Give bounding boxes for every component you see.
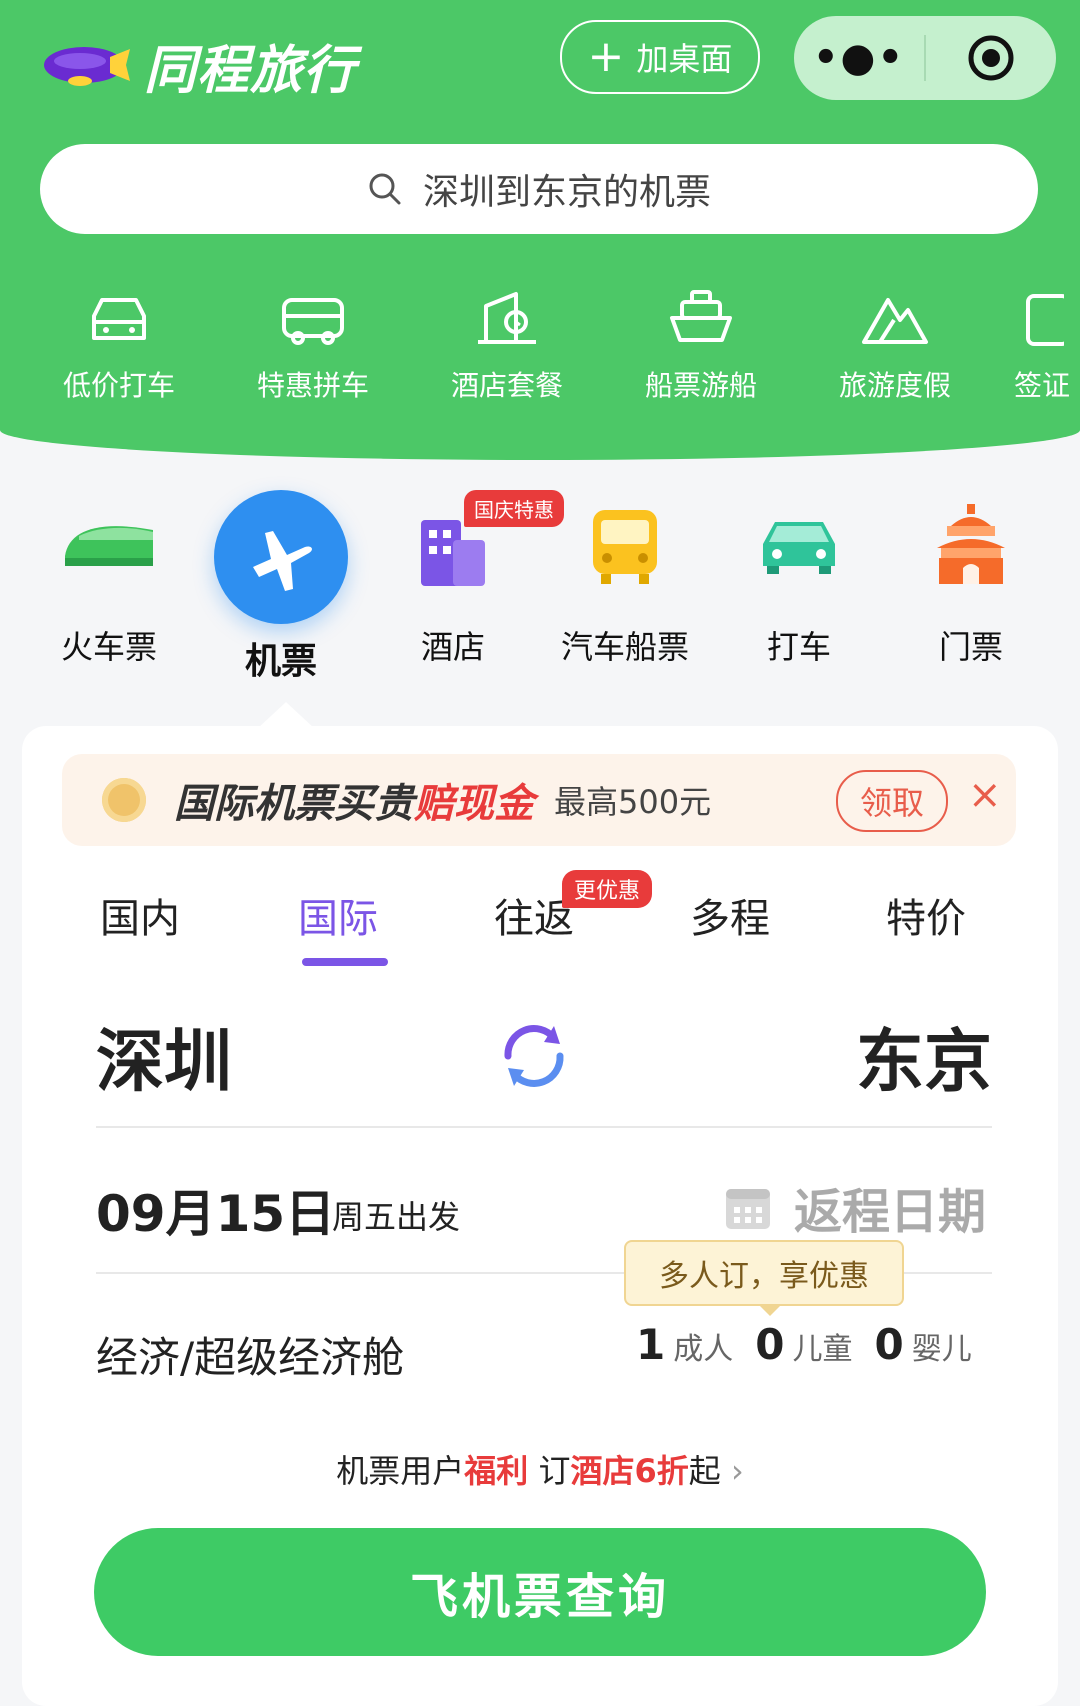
mini-program-capsule: •●• xyxy=(794,16,1056,100)
quick-nav-label: 特惠拼车 xyxy=(256,369,369,402)
booking-card: 国际机票买贵赔现金 最高500元 领取 × 国内 国际 往返 多程 特价 更优惠… xyxy=(22,726,1058,1706)
blimp-logo-icon xyxy=(44,46,130,86)
plus-icon: + xyxy=(587,31,625,82)
return-date-label: 返程日期 xyxy=(794,1184,987,1240)
departure-weekday: 周五出发 xyxy=(332,1198,461,1236)
tab-international[interactable]: 国际 xyxy=(240,886,436,944)
service-item-flight[interactable] xyxy=(214,490,348,624)
quick-nav: 低价打车 特惠拼车 酒店套餐 船票游船 旅游度假 签证 xyxy=(0,282,1080,412)
card-notch xyxy=(258,702,314,728)
promo-title: 国际机票买贵赔现金 xyxy=(174,771,534,829)
close-icon[interactable]: × xyxy=(968,772,1002,818)
swap-icon xyxy=(504,1025,564,1087)
quick-nav-item-vacation[interactable]: 旅游度假 xyxy=(820,282,970,404)
van-outline-icon xyxy=(282,298,344,345)
temple-icon xyxy=(937,504,1005,584)
route-selector: 深圳 东京 xyxy=(96,1006,992,1106)
search-icon xyxy=(369,173,401,205)
better-deal-badge: 更优惠 xyxy=(562,870,653,908)
infant-label: 婴儿 xyxy=(911,1332,972,1367)
quick-nav-item-cheap-taxi[interactable]: 低价打车 xyxy=(44,282,194,404)
infant-count: 0 xyxy=(874,1320,904,1369)
flight-search-button[interactable]: 飞机票查询 xyxy=(94,1528,986,1656)
tooltip-arrow xyxy=(758,1304,782,1316)
group-discount-tooltip: 多人订，享优惠 xyxy=(624,1240,904,1306)
train-icon xyxy=(65,526,153,566)
claim-button[interactable]: 领取 xyxy=(836,770,948,832)
hotel-outline-icon xyxy=(478,292,536,344)
service-item-bus[interactable]: 汽车船票 xyxy=(540,490,710,668)
quick-nav-label: 酒店套餐 xyxy=(450,369,563,402)
service-label: 门票 xyxy=(938,628,1003,666)
service-label: 火车票 xyxy=(60,628,157,666)
child-label: 儿童 xyxy=(792,1332,853,1367)
add-to-desktop-button[interactable]: + 加桌面 xyxy=(560,20,760,94)
service-label: 酒店 xyxy=(420,628,485,666)
benefit-highlight: 酒店6折 xyxy=(570,1452,689,1490)
child-count: 0 xyxy=(755,1320,785,1369)
bus-icon xyxy=(593,510,657,584)
adult-count: 1 xyxy=(636,1320,666,1369)
benefit-text: 机票用户 xyxy=(336,1452,465,1490)
service-label: 打车 xyxy=(766,628,831,666)
departure-city[interactable]: 深圳 xyxy=(96,1006,232,1105)
quick-nav-item-hotel-package[interactable]: 酒店套餐 xyxy=(432,282,582,404)
brand-logo: 同程旅行 xyxy=(40,28,356,103)
promo-title-highlight: 赔现金 xyxy=(414,781,534,827)
benefit-text: 订 xyxy=(528,1452,571,1490)
active-tab-indicator xyxy=(302,958,388,966)
quick-nav-item-carpool[interactable]: 特惠拼车 xyxy=(238,282,388,404)
ship-outline-icon xyxy=(670,290,732,342)
coin-icon xyxy=(102,778,146,822)
header: 同程旅行 + 加桌面 •●• 深圳到东京的机票 低价打车 特惠拼车 酒店套餐 船… xyxy=(0,0,1080,460)
visa-outline-icon xyxy=(1026,294,1064,346)
benefit-highlight: 福利 xyxy=(464,1452,529,1490)
search-placeholder: 深圳到东京的机票 xyxy=(422,172,711,213)
calendar-icon xyxy=(726,1189,770,1229)
swap-cities-button[interactable] xyxy=(494,1016,574,1100)
brand-name: 同程旅行 xyxy=(144,41,357,101)
plane-icon xyxy=(253,531,312,591)
car-outline-icon xyxy=(92,298,146,340)
service-item-train[interactable]: 火车票 xyxy=(24,490,194,668)
divider xyxy=(96,1126,992,1128)
benefit-text: 起 xyxy=(688,1452,721,1490)
departure-date[interactable]: 09月15日 xyxy=(96,1174,335,1246)
service-label: 汽车船票 xyxy=(560,628,689,666)
search-bar[interactable]: 深圳到东京的机票 xyxy=(40,144,1038,234)
service-item-taxi[interactable]: 打车 xyxy=(714,490,884,668)
target-icon xyxy=(968,35,1014,81)
promo-title-main: 国际机票买贵 xyxy=(174,781,414,827)
cabin-class-selector[interactable]: 经济/超级经济舱 xyxy=(96,1324,404,1385)
return-date-button[interactable]: 返程日期 xyxy=(722,1172,986,1242)
tab-special-price[interactable]: 特价 xyxy=(828,886,1024,944)
arrival-city[interactable]: 东京 xyxy=(856,1006,992,1105)
mountain-outline-icon xyxy=(862,298,928,344)
more-menu-button[interactable]: •●• xyxy=(794,35,924,81)
service-label-flight: 机票 xyxy=(244,641,317,682)
trip-type-tabs: 国内 国际 往返 多程 特价 xyxy=(22,886,1058,976)
holiday-badge: 国庆特惠 xyxy=(464,490,564,527)
add-to-desktop-label: 加桌面 xyxy=(636,40,733,78)
quick-nav-label: 船票游船 xyxy=(644,369,757,402)
chevron-right-icon: › xyxy=(730,1452,744,1490)
quick-nav-label: 签证 xyxy=(1014,369,1071,402)
hotel-benefit-link[interactable]: 机票用户福利 订酒店6折起 › xyxy=(22,1446,1058,1492)
promo-banner[interactable]: 国际机票买贵赔现金 最高500元 领取 × xyxy=(62,754,1016,846)
service-item-tickets[interactable]: 门票 xyxy=(886,490,1056,668)
close-mini-program-button[interactable] xyxy=(926,33,1056,83)
passenger-selector[interactable]: 1 成人 0 儿童 0 婴儿 xyxy=(636,1320,972,1369)
quick-nav-label: 低价打车 xyxy=(62,369,175,402)
adult-label: 成人 xyxy=(673,1332,734,1367)
taxi-icon xyxy=(763,522,835,574)
quick-nav-label: 旅游度假 xyxy=(838,369,951,402)
tab-domestic[interactable]: 国内 xyxy=(42,886,238,944)
quick-nav-item-ship[interactable]: 船票游船 xyxy=(626,282,776,404)
quick-nav-item-visa[interactable]: 签证 xyxy=(1014,282,1080,404)
promo-subtitle: 最高500元 xyxy=(554,783,712,821)
tab-multi-city[interactable]: 多程 xyxy=(632,886,828,944)
